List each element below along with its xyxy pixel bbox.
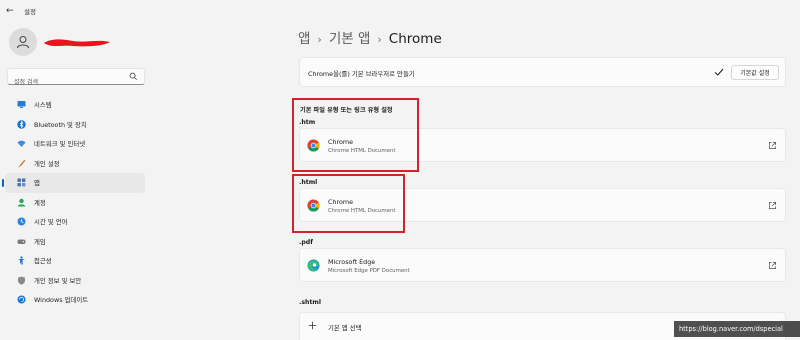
sidebar-item-label: Windows 업데이트	[34, 296, 89, 305]
active-indicator	[2, 179, 4, 187]
sidebar-item-time-language[interactable]: 시간 및 언어	[5, 212, 145, 232]
choose-default-app-label: 기본 앱 선택	[328, 324, 362, 332]
open-external-icon[interactable]	[768, 201, 777, 210]
sidebar-item-label: 게임	[34, 237, 46, 246]
sidebar-item-personalization[interactable]: 개인 설정	[5, 154, 145, 174]
make-default-card: Chrome을(를) 기본 브라우저로 만들기 기본값 설정	[299, 57, 786, 87]
redacted-username	[44, 39, 110, 47]
open-external-icon[interactable]	[768, 261, 777, 270]
wifi-icon	[17, 139, 26, 148]
back-button[interactable]: ←	[6, 5, 18, 17]
breadcrumb-separator: ›	[317, 33, 322, 46]
monitor-icon	[17, 100, 26, 109]
highlight-box-htm	[292, 98, 419, 172]
app-description: Microsoft Edge PDF Document	[328, 268, 410, 274]
checkmark-icon	[714, 68, 724, 76]
sidebar-item-label: 계정	[34, 198, 46, 207]
sidebar-nav: 시스템 Bluetooth 및 장치 네트워크 및 인터넷 개인 설정 앱 계정	[0, 95, 150, 310]
edge-icon	[307, 259, 320, 272]
sidebar-item-label: 개인 정보 및 보안	[34, 276, 82, 285]
page-title: Chrome	[388, 31, 442, 47]
sidebar-item-label: 시간 및 언어	[34, 218, 68, 227]
sidebar-item-accounts[interactable]: 계정	[5, 193, 145, 213]
sidebar-item-label: 네트워크 및 인터넷	[34, 140, 86, 149]
plus-icon	[308, 321, 317, 330]
sidebar-item-bluetooth[interactable]: Bluetooth 및 장치	[5, 115, 145, 135]
title-bar: ← 설정	[0, 0, 800, 22]
sidebar-item-label: 시스템	[34, 101, 52, 110]
gamepad-icon	[17, 237, 26, 246]
apps-icon	[17, 178, 26, 187]
breadcrumb-default-apps[interactable]: 기본 앱	[329, 31, 371, 47]
search-icon[interactable]	[129, 72, 138, 81]
brush-icon	[17, 159, 26, 168]
sidebar-item-network[interactable]: 네트워크 및 인터넷	[5, 134, 145, 154]
settings-search[interactable]	[7, 68, 145, 90]
search-input[interactable]	[8, 75, 126, 90]
sidebar-item-accessibility[interactable]: 접근성	[5, 251, 145, 271]
account-icon	[17, 198, 26, 207]
sidebar-item-gaming[interactable]: 게임	[5, 232, 145, 252]
sidebar-item-apps[interactable]: 앱	[2, 173, 145, 193]
open-external-icon[interactable]	[768, 141, 777, 150]
highlight-box-html	[292, 174, 405, 233]
sidebar-item-label: 앱	[34, 179, 40, 188]
sidebar-item-system[interactable]: 시스템	[5, 95, 145, 115]
breadcrumb-separator: ›	[377, 33, 382, 46]
app-name: Microsoft Edge	[328, 258, 376, 266]
sidebar-item-privacy[interactable]: 개인 정보 및 보안	[5, 271, 145, 291]
globe-clock-icon	[17, 217, 26, 226]
blog-watermark: https://blog.naver.com/dspecial	[674, 321, 800, 337]
breadcrumb: 앱 › 기본 앱 › Chrome	[298, 27, 442, 47]
sidebar-item-label: 개인 설정	[34, 159, 60, 168]
sidebar-item-windows-update[interactable]: Windows 업데이트	[5, 290, 145, 310]
breadcrumb-apps[interactable]: 앱	[298, 31, 310, 47]
update-icon	[17, 295, 26, 304]
set-default-button[interactable]: 기본값 설정	[731, 65, 779, 80]
bluetooth-icon	[17, 120, 26, 129]
extension-label: .shtml	[299, 299, 321, 306]
avatar[interactable]	[9, 28, 37, 56]
shield-icon	[17, 276, 26, 285]
extension-label: .pdf	[299, 239, 313, 246]
accessibility-icon	[17, 256, 26, 265]
window-title: 설정	[24, 8, 36, 16]
person-icon	[17, 36, 29, 49]
sidebar-item-label: 접근성	[34, 257, 52, 266]
make-default-label: Chrome을(를) 기본 브라우저로 만들기	[308, 70, 415, 78]
sidebar-item-label: Bluetooth 및 장치	[34, 120, 87, 129]
association-row-pdf[interactable]: Microsoft Edge Microsoft Edge PDF Docume…	[299, 248, 786, 282]
